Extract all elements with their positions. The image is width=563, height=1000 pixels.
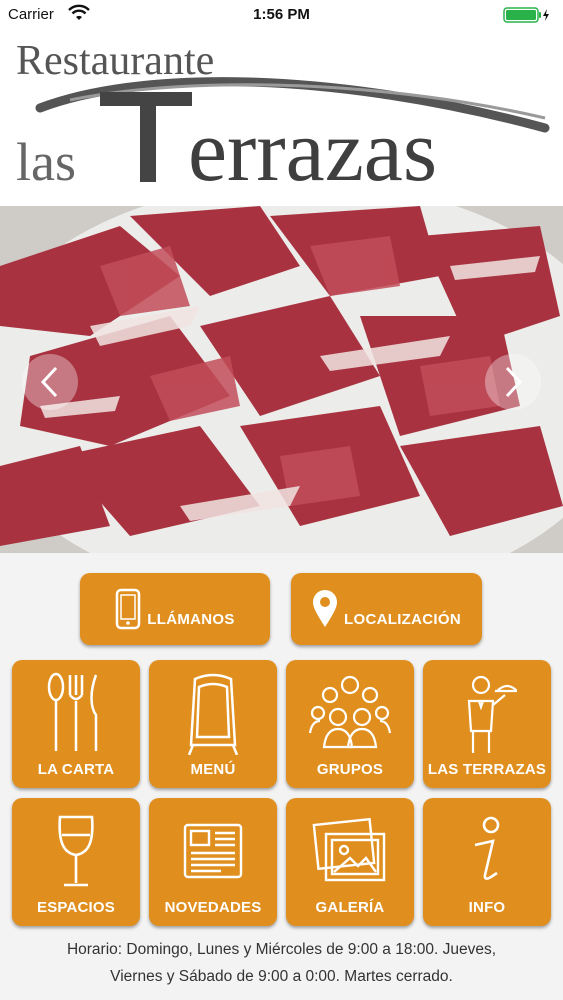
map-pin-icon — [313, 590, 338, 627]
logo-line1: Restaurante — [16, 38, 214, 84]
tile-label: LA CARTA — [37, 761, 115, 778]
call-button[interactable]: LLÁMANOS — [80, 573, 270, 645]
call-label: LLÁMANOS — [147, 610, 235, 628]
tile-label: INFO — [468, 899, 506, 916]
tile-las-terrazas[interactable]: LAS TERRAZAS — [423, 660, 551, 788]
chevron-right-icon — [505, 366, 523, 398]
location-button[interactable]: LOCALIZACIÓN — [291, 573, 482, 645]
app-screen: Carrier 1:56 PM Restaurante las errazas — [0, 0, 563, 1000]
tile-label: GALERÍA — [315, 899, 385, 916]
tile-espacios[interactable]: ESPACIOS — [12, 798, 140, 926]
tile-la-carta[interactable]: LA CARTA — [12, 660, 140, 788]
location-label: LOCALIZACIÓN — [344, 610, 461, 628]
tile-info[interactable]: INFO — [423, 798, 551, 926]
logo-artwork: Restaurante las errazas — [16, 38, 550, 200]
cutlery-icon — [47, 672, 98, 751]
action-buttons: LLÁMANOS LOCALIZACIÓN — [0, 573, 563, 645]
battery-icon — [503, 7, 549, 23]
carousel-next-button[interactable] — [485, 354, 541, 410]
tile-label: ESPACIOS — [36, 899, 115, 916]
tile-label: GRUPOS — [316, 761, 384, 778]
phone-icon — [116, 588, 141, 630]
tile-label: MENÚ — [190, 761, 236, 778]
tile-menu[interactable]: MENÚ — [149, 660, 277, 788]
waiter-icon — [467, 675, 517, 753]
menu-board-icon — [187, 673, 239, 755]
info-icon — [474, 816, 500, 880]
restaurant-logo: Restaurante las errazas — [0, 30, 563, 206]
tile-label: NOVEDADES — [164, 899, 262, 916]
gallery-icon — [312, 818, 386, 882]
tile-label: LAS TERRAZAS — [427, 761, 547, 778]
carousel-prev-button[interactable] — [22, 354, 78, 410]
clock-label: 1:56 PM — [253, 6, 310, 23]
logo-line2-small: las — [16, 132, 76, 192]
tile-galeria[interactable]: GALERÍA — [286, 798, 414, 926]
group-icon — [308, 675, 392, 749]
tile-novedades[interactable]: NOVEDADES — [149, 798, 277, 926]
tile-grupos[interactable]: GRUPOS — [286, 660, 414, 788]
logo-line2-big: errazas — [188, 103, 437, 200]
photo-carousel[interactable] — [0, 206, 563, 553]
newspaper-icon — [183, 823, 243, 879]
opening-hours-line1: Horario: Domingo, Lunes y Miércoles de 9… — [66, 941, 497, 958]
chevron-left-icon — [40, 366, 58, 398]
opening-hours: Horario: Domingo, Lunes y Miércoles de 9… — [0, 936, 563, 990]
wine-glass-icon — [58, 815, 94, 887]
opening-hours-line2: Viernes y Sábado de 9:00 a 0:00. Martes … — [110, 968, 453, 985]
status-bar: Carrier 1:56 PM — [0, 0, 563, 30]
jamon-photo — [0, 206, 563, 553]
